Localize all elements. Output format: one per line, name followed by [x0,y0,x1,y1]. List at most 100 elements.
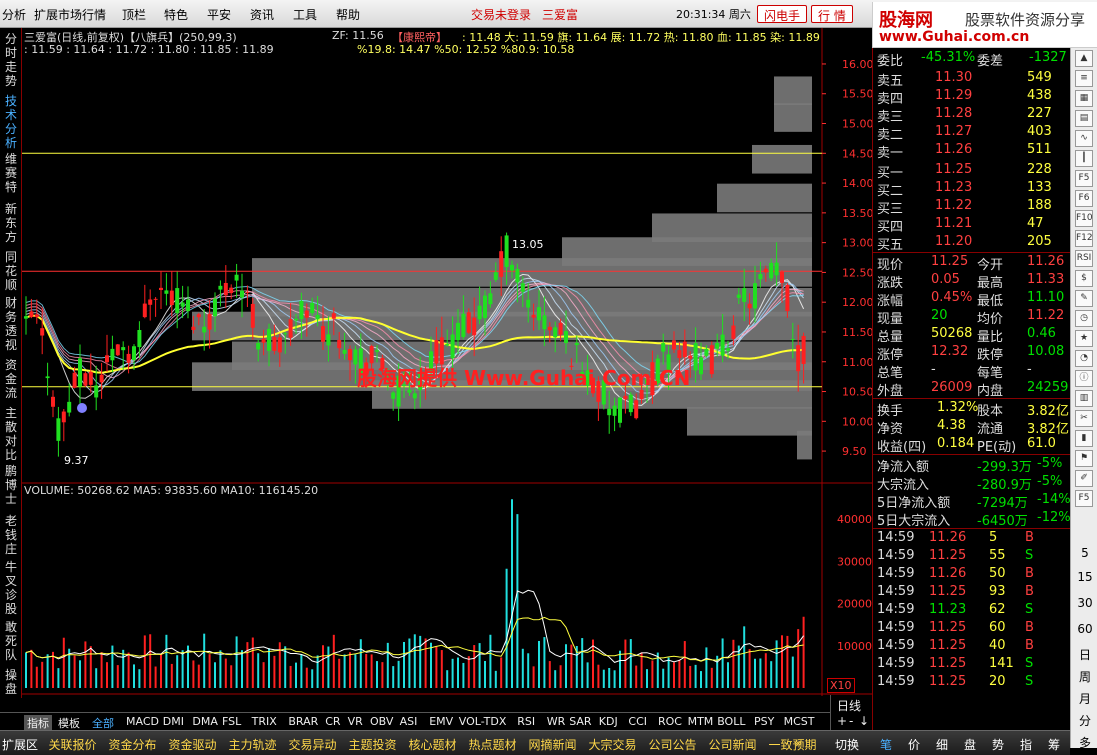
indicator-tab-vol-tdx[interactable]: VOL-TDX [459,715,507,728]
quote-tab[interactable]: 细 [936,736,948,753]
indicator-tab-obv[interactable]: OBV [370,715,393,728]
indicator-tab-sar[interactable]: SAR [569,715,591,728]
indicator-tab-dma[interactable]: DMA [192,715,218,728]
bottom-link[interactable]: 资金驱动 [169,736,217,753]
more-links-arrow[interactable]: » [795,736,802,750]
indicator-tab-kdj[interactable]: KDJ [599,715,618,728]
toolbar-grid-icon[interactable]: ▦ [1075,90,1093,107]
quote-tab[interactable]: 价 [908,736,920,753]
toolbar-dollar-icon[interactable]: $ [1075,270,1093,287]
indicator-tab-psy[interactable]: PSY [754,715,774,728]
zoom-in-button[interactable]: + [837,714,847,728]
period-week[interactable]: 周 [1077,668,1093,685]
bottom-link[interactable]: 主题投资 [349,736,397,753]
bottom-link[interactable]: 扩展区 [2,736,38,753]
toolbar-book-icon[interactable]: ▥ [1075,390,1093,407]
bottom-link[interactable]: 核心题材 [409,736,457,753]
quote-button[interactable]: 行 情 [811,5,853,23]
toolbar-flag-icon[interactable]: ⚑ [1075,450,1093,467]
period-5min[interactable]: 5 [1077,546,1093,560]
indicator-tab-mcst[interactable]: MCST [784,715,815,728]
bottom-link[interactable]: 大宗交易 [589,736,637,753]
menu-tools[interactable]: 工具 [293,6,317,23]
tab-new-oriental[interactable]: 新东方 [3,202,19,244]
toolbar-bar-icon[interactable]: ▮ [1075,430,1093,447]
quote-tab[interactable]: 势 [992,736,1004,753]
menu-help[interactable]: 帮助 [336,6,360,23]
toolbar-f5-icon[interactable]: F5 [1075,170,1093,187]
tab-technical-analysis[interactable]: 技术分析 [3,94,19,150]
period-minute[interactable]: 分 [1077,712,1093,729]
toolbar-candle-icon[interactable]: ┃ [1075,150,1093,167]
login-status[interactable]: 交易未登录 [471,6,531,23]
indicator-tab-模板[interactable]: 模板 [58,715,80,731]
quote-tab[interactable]: 盘 [964,736,976,753]
flash-trade-button[interactable]: 闪电手 [757,5,808,23]
period-month[interactable]: 月 [1077,690,1093,707]
tab-weisaite[interactable]: 维赛特 [3,152,19,194]
indicator-tab-cr[interactable]: CR [325,715,340,728]
bottom-link[interactable]: 一致预期 [769,736,817,753]
menu-analysis[interactable]: 分析 [2,6,26,23]
indicator-tab-roc[interactable]: ROC [658,715,682,728]
tab-financial[interactable]: 财务透视 [3,296,19,352]
tab-laoqianzhuang[interactable]: 老钱庄 [3,514,19,556]
toolbar-pen-icon[interactable]: ✎ [1075,290,1093,307]
bottom-link[interactable]: 关联报价 [49,736,97,753]
toolbar-clock-icon[interactable]: ◷ [1075,310,1093,327]
bottom-link[interactable]: 资金分布 [109,736,157,753]
bottom-link[interactable]: 网摘新闻 [529,736,577,753]
indicator-tab-rsi[interactable]: RSI [517,715,535,728]
menu-extended-market[interactable]: 扩展市场行情 [34,6,106,23]
toolbar-f10-icon[interactable]: F10 [1075,210,1093,227]
menu-pingan[interactable]: 平安 [207,6,231,23]
tab-gansidui[interactable]: 敢死队 [3,620,19,662]
switch-button[interactable]: 切换 [835,736,859,753]
bottom-link[interactable]: 交易异动 [289,736,337,753]
tab-caopan[interactable]: 操盘 [3,668,19,696]
toolbar-info-icon[interactable]: ⓘ [1075,370,1093,387]
bottom-link[interactable]: 公司公告 [649,736,697,753]
menu-top-bar[interactable]: 顶栏 [122,6,146,23]
toolbar-tool-icon[interactable]: ✂ [1075,410,1093,427]
indicator-tab-macd[interactable]: MACD [126,715,159,728]
quote-tab[interactable]: 筹 [1048,736,1060,753]
toolbar-list-icon[interactable]: ≡ [1075,70,1093,87]
indicator-tab-brar[interactable]: BRAR [288,715,318,728]
period-multi[interactable]: 多 [1077,734,1093,751]
indicator-tab-mtm[interactable]: MTM [688,715,714,728]
indicator-tab-cci[interactable]: CCI [628,715,647,728]
bottom-link[interactable]: 主力轨迹 [229,736,277,753]
toolbar-star-icon[interactable]: ★ [1075,330,1093,347]
toolbar-arrow-icon[interactable]: ▲ [1075,50,1093,67]
down-arrow-icon[interactable]: ↓ [859,714,869,728]
indicator-tab-wr[interactable]: WR [547,715,566,728]
tab-tonghuashun[interactable]: 同花顺 [3,250,19,292]
period-60min[interactable]: 60 [1077,622,1093,636]
period-day[interactable]: 日 [1077,646,1093,663]
period-30min[interactable]: 30 [1077,596,1093,610]
tab-niucha[interactable]: 牛叉诊股 [3,560,19,616]
quote-tab[interactable]: 笔 [880,736,892,753]
tab-main-retail[interactable]: 主散对比 [3,406,19,462]
toolbar-draw-icon[interactable]: ✐ [1075,470,1093,487]
period-15min[interactable]: 15 [1077,570,1093,584]
toolbar-f5b-icon[interactable]: F5 [1075,490,1093,507]
tab-money-flow[interactable]: 资金流 [3,358,19,400]
zoom-out-button[interactable]: - [849,714,853,728]
toolbar-line-icon[interactable]: ∿ [1075,130,1093,147]
indicator-tab-指标[interactable]: 指标 [24,715,52,731]
toolbar-f6-icon[interactable]: F6 [1075,190,1093,207]
menu-features[interactable]: 特色 [164,6,188,23]
indicator-tab-trix[interactable]: TRIX [252,715,277,728]
bottom-link[interactable]: 公司新闻 [709,736,757,753]
tab-intraday[interactable]: 分时走势 [3,32,19,88]
indicator-tab-dmi[interactable]: DMI [163,715,184,728]
kline-chart[interactable]: 16.00 15.50 15.00 14.50 14.00 13.50 13.00 12.50… [22,28,872,696]
toolbar-f12-icon[interactable]: F12 [1075,230,1093,247]
indicator-tab-asi[interactable]: ASI [400,715,418,728]
indicator-tab-emv[interactable]: EMV [429,715,453,728]
menu-news[interactable]: 资讯 [250,6,274,23]
bottom-link[interactable]: 热点题材 [469,736,517,753]
toolbar-pie-icon[interactable]: ◔ [1075,350,1093,367]
